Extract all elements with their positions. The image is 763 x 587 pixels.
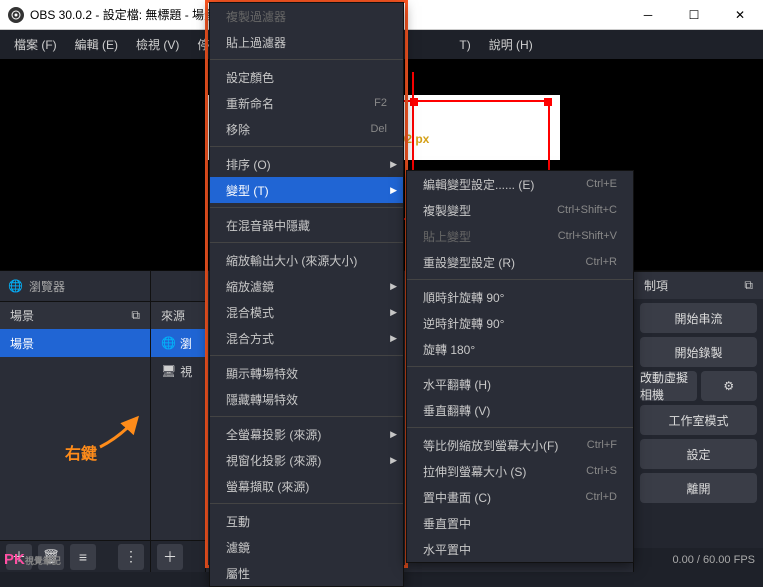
ctx-blend-method[interactable]: 混合方式▶ [210, 325, 403, 351]
minimize-button[interactable]: ─ [625, 0, 671, 30]
ctx-copy-filters: 複製過濾器 [210, 3, 403, 29]
ctx-show-transition[interactable]: 顯示轉場特效 [210, 360, 403, 386]
menu-file[interactable]: 檔案 (F) [6, 32, 65, 57]
sources-tab[interactable]: 來源 [151, 301, 205, 329]
start-stream-button[interactable]: 開始串流 [640, 303, 757, 333]
browser-header: 🌐 瀏覽器 [0, 271, 150, 301]
ctx-reset-transform[interactable]: 重設變型設定 (R)Ctrl+R [407, 249, 633, 275]
scene-item[interactable]: 場景 [0, 329, 150, 357]
menu-help[interactable]: 說明 (H) [481, 32, 541, 57]
globe-icon: 🌐 [161, 336, 176, 350]
ctx-fit-to-screen[interactable]: 等比例縮放到螢幕大小(F)Ctrl+F [407, 432, 633, 458]
virtual-cam-button[interactable]: 改動虛擬相機 [640, 371, 697, 401]
ctx-hide-in-mixer[interactable]: 在混音器中隱藏 [210, 212, 403, 238]
ctx-flip-vertical[interactable]: 垂直翻轉 (V) [407, 397, 633, 423]
sources-dock: 來源 🌐 瀏 🖥 視 ＋ [150, 270, 205, 572]
studio-mode-button[interactable]: 工作室模式 [640, 405, 757, 435]
context-menu-transform: 編輯變型設定...... (E)Ctrl+E 複製變型Ctrl+Shift+C … [406, 170, 634, 563]
ctx-scale-filter[interactable]: 縮放濾鏡▶ [210, 273, 403, 299]
ctx-center-horizontal[interactable]: 水平置中 [407, 536, 633, 562]
ctx-filters[interactable]: 濾鏡 [210, 534, 403, 560]
monitor-icon: 🖥 [161, 364, 176, 378]
virtual-cam-settings-button[interactable]: ⚙ [701, 371, 758, 401]
ctx-rotate-ccw-90[interactable]: 逆時針旋轉 90° [407, 310, 633, 336]
ctx-set-color[interactable]: 設定顏色 [210, 64, 403, 90]
maximize-button[interactable]: ☐ [671, 0, 717, 30]
watermark-pk: PK視覺筆記 [4, 551, 61, 568]
menu-view[interactable]: 檢視 (V) [128, 32, 187, 57]
sources-header [151, 271, 205, 301]
controls-dock: 制項 ⧉ 開始串流 開始錄製 改動虛擬相機 ⚙ 工作室模式 設定 離開 0.00… [633, 270, 763, 572]
popout-icon[interactable]: ⧉ [744, 278, 753, 293]
ctx-paste-filters[interactable]: 貼上過濾器 [210, 29, 403, 55]
context-menu-source: 複製過濾器 貼上過濾器 設定顏色 重新命名F2 移除Del 排序 (O)▶ 變型… [209, 2, 404, 587]
ctx-copy-transform[interactable]: 複製變型Ctrl+Shift+C [407, 197, 633, 223]
menu-edit[interactable]: 編輯 (E) [67, 32, 126, 57]
annotation-right-click: 右鍵 [65, 440, 97, 464]
scene-more-button[interactable]: ⋮ [118, 544, 144, 570]
source-item-display[interactable]: 🖥 視 [151, 357, 205, 385]
ctx-paste-transform: 貼上變型Ctrl+Shift+V [407, 223, 633, 249]
ctx-resize-output[interactable]: 縮放輸出大小 (來源大小) [210, 247, 403, 273]
status-bar: 0.00 / 60.00 FPS [634, 548, 763, 572]
ctx-rotate-180[interactable]: 旋轉 180° [407, 336, 633, 362]
add-source-button[interactable]: ＋ [157, 544, 183, 570]
exit-button[interactable]: 離開 [640, 473, 757, 503]
controls-tab[interactable]: 制項 ⧉ [634, 271, 763, 299]
ctx-screenshot[interactable]: 螢幕擷取 (來源) [210, 473, 403, 499]
menu-t[interactable]: T) [451, 34, 478, 56]
ctx-windowed-projector[interactable]: 視窗化投影 (來源)▶ [210, 447, 403, 473]
ctx-rename[interactable]: 重新命名F2 [210, 90, 403, 116]
ctx-rotate-cw-90[interactable]: 順時針旋轉 90° [407, 284, 633, 310]
ctx-properties[interactable]: 屬性 [210, 560, 403, 586]
ctx-edit-transform[interactable]: 編輯變型設定...... (E)Ctrl+E [407, 171, 633, 197]
app-logo-icon [8, 7, 24, 23]
globe-icon: 🌐 [8, 279, 23, 293]
start-record-button[interactable]: 開始錄製 [640, 337, 757, 367]
scenes-tab[interactable]: 場景 ⧉ [0, 301, 150, 329]
ctx-center-vertical[interactable]: 垂直置中 [407, 510, 633, 536]
popout-icon[interactable]: ⧉ [131, 308, 140, 323]
ctx-order[interactable]: 排序 (O)▶ [210, 151, 403, 177]
ctx-blend-mode[interactable]: 混合模式▶ [210, 299, 403, 325]
fps-label: 0.00 / 60.00 FPS [672, 554, 755, 566]
ctx-transform[interactable]: 變型 (T)▶ [210, 177, 403, 203]
ctx-remove[interactable]: 移除Del [210, 116, 403, 142]
ctx-flip-horizontal[interactable]: 水平翻轉 (H) [407, 371, 633, 397]
ctx-hide-transition[interactable]: 隱藏轉場特效 [210, 386, 403, 412]
settings-button[interactable]: 設定 [640, 439, 757, 469]
ctx-center-to-screen[interactable]: 置中畫面 (C)Ctrl+D [407, 484, 633, 510]
source-item-browser[interactable]: 🌐 瀏 [151, 329, 205, 357]
ctx-fullscreen-projector[interactable]: 全螢幕投影 (來源)▶ [210, 421, 403, 447]
ctx-stretch-to-screen[interactable]: 拉伸到螢幕大小 (S)Ctrl+S [407, 458, 633, 484]
scene-filters-button[interactable]: ≡ [70, 544, 96, 570]
ctx-interact[interactable]: 互動 [210, 508, 403, 534]
close-button[interactable]: ✕ [717, 0, 763, 30]
